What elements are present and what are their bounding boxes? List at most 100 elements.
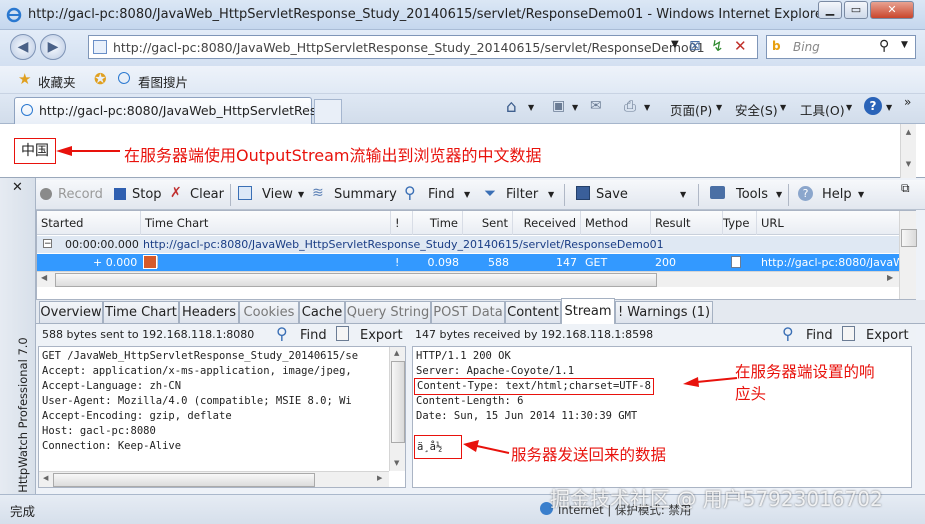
grid-vertical-scrollbar[interactable] <box>899 211 917 299</box>
tools-button[interactable]: Tools <box>736 186 768 204</box>
print-icon[interactable]: ⎙ <box>624 97 636 115</box>
find-button[interactable]: Find <box>428 186 455 204</box>
clear-button[interactable]: Clear <box>190 186 224 204</box>
httpwatch-close-icon[interactable]: ✕ <box>12 180 23 195</box>
tab-warnings[interactable]: ! Warnings (1) <box>615 301 713 323</box>
stop-icon[interactable]: ✕ <box>734 37 747 55</box>
address-dropdown-icon[interactable]: ▼ <box>671 39 679 50</box>
help-button[interactable]: Help <box>822 186 852 204</box>
filter-button[interactable]: Filter <box>506 186 538 204</box>
search-dropdown-icon[interactable]: ▼ <box>901 40 908 50</box>
filter-dropdown-icon[interactable]: ▼ <box>548 190 554 199</box>
col-sent[interactable]: Sent <box>463 211 513 235</box>
tab-query-string[interactable]: Query String <box>345 301 431 323</box>
col-time-chart[interactable]: Time Chart <box>141 211 391 235</box>
tab-overview[interactable]: Overview <box>39 301 103 323</box>
refresh-icon[interactable]: ↯ <box>711 37 724 55</box>
page-row-started: 00:00:00.000 <box>65 238 139 251</box>
col-method[interactable]: Method <box>581 211 651 235</box>
help-icon[interactable]: ? <box>864 97 882 115</box>
tab-post-data[interactable]: POST Data <box>431 301 505 323</box>
safety-menu-dropdown-icon[interactable]: ▼ <box>780 103 786 112</box>
col-time[interactable]: Time <box>413 211 463 235</box>
col-type[interactable]: Type <box>719 211 757 235</box>
search-icon[interactable]: ⚲ <box>879 38 889 54</box>
close-button[interactable]: ✕ <box>870 1 914 19</box>
compatibility-icon[interactable]: ⊠ <box>689 38 701 54</box>
tab-cache[interactable]: Cache <box>299 301 345 323</box>
add-favorite-icon[interactable]: ✪ <box>94 70 107 88</box>
request-sent: 588 <box>488 256 509 269</box>
tab-stream[interactable]: Stream <box>561 298 615 324</box>
search-input[interactable]: Bing <box>793 40 820 54</box>
bing-icon: b <box>772 39 781 53</box>
view-dropdown-icon[interactable]: ▼ <box>298 190 304 199</box>
undock-icon[interactable]: ⧉ <box>901 181 910 196</box>
print-dropdown-icon[interactable]: ▼ <box>644 103 650 112</box>
home-dropdown-icon[interactable]: ▼ <box>528 103 534 112</box>
view-button[interactable]: View <box>262 186 293 204</box>
left-vertical-scrollbar[interactable]: ▲ ▼ <box>389 347 405 471</box>
col-received[interactable]: Received <box>513 211 581 235</box>
page-icon <box>93 40 107 54</box>
back-button[interactable]: ◀ <box>10 34 36 60</box>
collapse-icon[interactable]: − <box>43 239 52 249</box>
page-menu[interactable]: 页面(P) <box>670 100 712 119</box>
left-export-icon <box>336 326 349 341</box>
tab-headers[interactable]: Headers <box>179 301 239 323</box>
tab-content[interactable]: Content <box>505 301 561 323</box>
clear-icon: ✗ <box>170 185 182 201</box>
help-dropdown-icon[interactable]: ▼ <box>886 103 892 112</box>
record-button[interactable]: Record <box>58 186 103 204</box>
forward-button[interactable]: ▶ <box>40 34 66 60</box>
favorites-bar: ★ 收藏夹 ✪ 看图搜片 <box>0 66 925 94</box>
left-horizontal-scrollbar[interactable]: ◀ ▶ <box>39 471 389 487</box>
request-line: Connection: Keep-Alive <box>42 440 182 452</box>
favorites-button[interactable]: 收藏夹 <box>38 72 76 91</box>
col-warning[interactable]: ! <box>391 211 413 235</box>
response-line: HTTP/1.1 200 OK <box>416 350 511 362</box>
right-export-button[interactable]: Export <box>866 328 909 343</box>
left-export-button[interactable]: Export <box>360 328 403 343</box>
stop-button[interactable]: Stop <box>132 186 162 204</box>
tools-menu-dropdown-icon[interactable]: ▼ <box>846 103 852 112</box>
safety-menu[interactable]: 安全(S) <box>735 100 778 119</box>
find-dropdown-icon[interactable]: ▼ <box>464 190 470 199</box>
summary-button[interactable]: Summary <box>334 186 397 204</box>
minimize-button[interactable]: ▁ <box>818 1 842 19</box>
tab-cookies[interactable]: Cookies <box>239 301 299 323</box>
mail-icon[interactable]: ✉ <box>590 98 602 114</box>
col-started[interactable]: Started <box>37 211 141 235</box>
address-input[interactable]: http://gacl-pc:8080/JavaWeb_HttpServletR… <box>113 40 705 55</box>
annotation-arrow <box>56 146 120 156</box>
save-icon <box>576 186 590 200</box>
find-icon: ⚲ <box>404 183 416 202</box>
browser-tab[interactable]: http://gacl-pc:8080/JavaWeb_HttpServletR… <box>14 97 328 124</box>
home-icon[interactable]: ⌂ <box>506 97 517 117</box>
title-bar: http://gacl-pc:8080/JavaWeb_HttpServletR… <box>0 0 925 30</box>
page-menu-dropdown-icon[interactable]: ▼ <box>716 103 722 112</box>
tools-dropdown-icon[interactable]: ▼ <box>776 190 782 199</box>
col-result[interactable]: Result <box>651 211 723 235</box>
address-bar[interactable]: http://gacl-pc:8080/JavaWeb_HttpServletR… <box>88 35 758 59</box>
search-box[interactable]: b Bing ⚲ ▼ <box>766 35 916 59</box>
save-dropdown-icon[interactable]: ▼ <box>680 190 686 199</box>
save-button[interactable]: Save <box>596 186 628 204</box>
left-find-button[interactable]: Find <box>300 328 327 343</box>
grid-horizontal-scrollbar[interactable]: ◀ ▶ <box>37 271 899 287</box>
page-scrollbar[interactable]: ▲ ▼ <box>900 124 916 178</box>
help-dropdown-icon[interactable]: ▼ <box>858 190 864 199</box>
maximize-button[interactable]: ▭ <box>844 1 868 19</box>
favorite-link[interactable]: 看图搜片 <box>138 72 188 91</box>
tools-menu[interactable]: 工具(O) <box>800 100 845 119</box>
col-url[interactable]: URL <box>757 211 899 235</box>
bytes-sent-label: 588 bytes sent to 192.168.118.1:8080 <box>42 328 255 341</box>
feeds-dropdown-icon[interactable]: ▼ <box>572 103 578 112</box>
request-row[interactable]: + 0.000 ! 0.098 588 147 GET 200 http://g… <box>37 254 910 271</box>
feeds-icon[interactable]: ▣ <box>552 98 565 114</box>
right-find-button[interactable]: Find <box>806 328 833 343</box>
new-tab-button[interactable] <box>314 99 342 123</box>
tab-time-chart[interactable]: Time Chart <box>103 301 179 323</box>
overflow-icon[interactable]: » <box>904 95 911 109</box>
page-group-row[interactable]: − 00:00:00.000 http://gacl-pc:8080/JavaW… <box>37 236 899 253</box>
